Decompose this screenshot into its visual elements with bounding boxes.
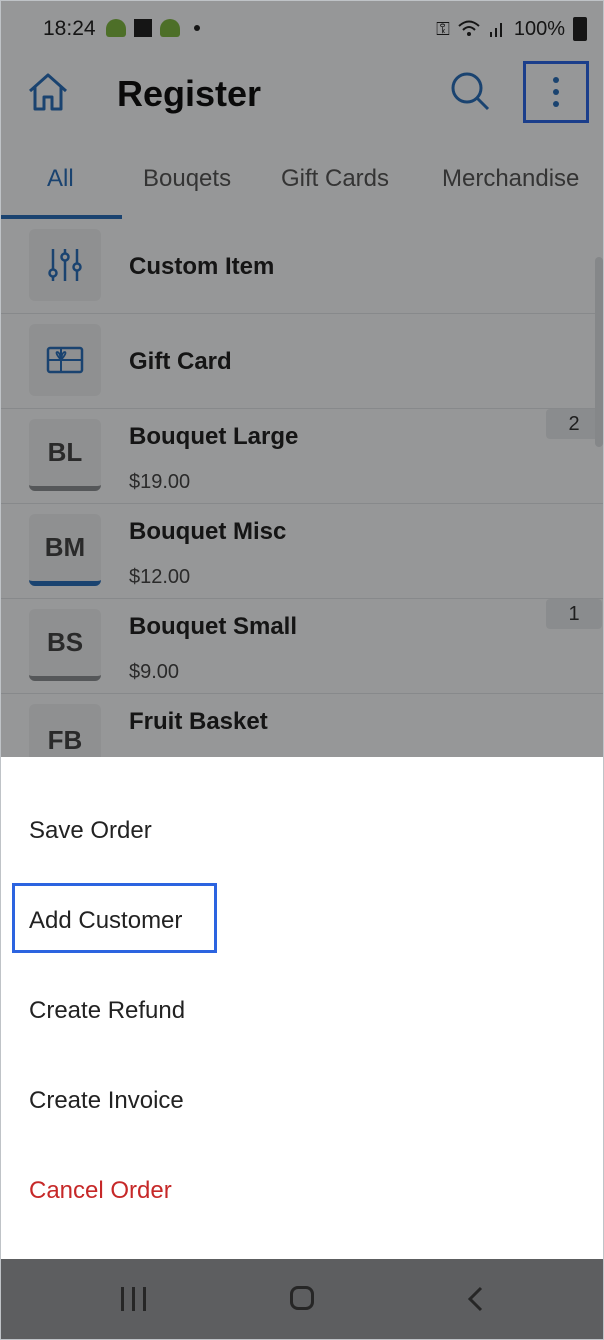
modal-scrim[interactable] — [1, 1, 603, 757]
cancel-order-menu-item[interactable]: Cancel Order — [29, 1177, 172, 1205]
back-icon[interactable] — [463, 1285, 489, 1313]
recents-icon — [121, 1287, 124, 1311]
app-frame: 18:24 ⚿ 100% Register All Bouqets Gift C… — [0, 0, 604, 1340]
recents-icon-bar — [132, 1287, 135, 1311]
add-customer-menu-item[interactable]: Add Customer — [29, 907, 182, 935]
home-nav-button[interactable] — [290, 1286, 314, 1310]
create-invoice-menu-item[interactable]: Create Invoice — [29, 1087, 184, 1115]
recent-apps-button[interactable] — [121, 1287, 146, 1311]
create-refund-menu-item[interactable]: Create Refund — [29, 997, 185, 1025]
system-navigation-bar — [1, 1259, 603, 1339]
save-order-menu-item[interactable]: Save Order — [29, 817, 152, 845]
recents-icon-bar — [143, 1287, 146, 1311]
